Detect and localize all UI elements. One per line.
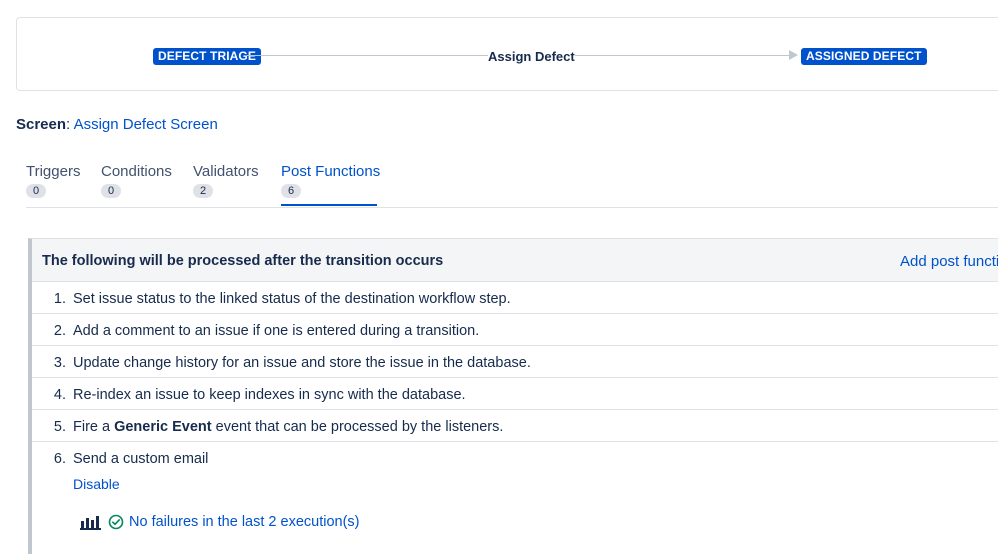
item-number: 5. [53,419,66,435]
add-post-function-link[interactable]: Add post function [900,253,998,270]
tab-label: Conditions [101,163,172,180]
post-function-item: 6. Send a custom email Disable No failur… [32,442,998,552]
tab-count-badge: 2 [193,184,213,198]
tab-post-functions[interactable]: Post Functions 6 [281,163,381,206]
event-name: Generic Event [114,419,212,435]
panel-header: The following will be processed after th… [32,239,998,282]
item-text: Fire a Generic Event event that can be p… [73,419,503,435]
item-number: 6. [53,451,66,467]
item-number: 2. [53,323,66,339]
tab-triggers[interactable]: Triggers 0 [26,163,80,199]
tab-count-badge: 6 [281,184,301,198]
post-function-item: 5. Fire a Generic Event event that can b… [32,410,998,442]
post-function-item: 1. Set issue status to the linked status… [32,282,998,314]
disable-link[interactable]: Disable [73,476,120,492]
tab-label: Post Functions [281,163,381,180]
screen-info: Screen: Assign Defect Screen [16,116,218,133]
item-text: Add a comment to an issue if one is ente… [73,323,480,339]
item-number: 1. [53,291,66,307]
screen-separator: : [66,116,71,133]
tab-validators[interactable]: Validators 2 [193,163,259,199]
tab-conditions[interactable]: Conditions 0 [101,163,172,199]
source-status-lozenge: DEFECT TRIAGE [153,48,261,65]
screen-label: Screen [16,116,67,133]
post-function-item: 4. Re-index an issue to keep indexes in … [32,378,998,410]
transition-name: Assign Defect [488,49,575,64]
item-text: Re-index an issue to keep indexes in syn… [73,387,466,403]
item-text-before: Fire a [73,419,115,435]
workflow-diagram: DEFECT TRIAGE Assign Defect ASSIGNED DEF… [16,17,998,91]
bar-chart-icon [80,516,101,530]
item-text: Send a custom email [73,451,209,467]
item-text: Set issue status to the linked status of… [73,291,511,307]
post-function-item: 2. Add a comment to an issue if one is e… [32,314,998,346]
tab-count-badge: 0 [101,184,121,198]
tab-count-badge: 0 [26,184,46,198]
item-text: Update change history for an issue and s… [73,355,531,371]
item-text-after: event that can be processed by the liste… [211,419,504,435]
screen-link[interactable]: Assign Defect Screen [74,116,218,133]
item-number: 4. [53,387,66,403]
execution-status-text: No failures in the last 2 execution(s) [129,514,360,530]
item-number: 3. [53,355,66,371]
target-status-lozenge: ASSIGNED DEFECT [801,48,927,65]
transition-tabs: Triggers 0 Conditions 0 Validators 2 Pos… [26,163,998,208]
tab-label: Triggers [26,163,81,180]
check-circle-icon [108,514,124,530]
arrow-right-icon [789,50,798,60]
post-functions-panel: The following will be processed after th… [28,238,998,554]
post-function-item: 3. Update change history for an issue an… [32,346,998,378]
tab-label: Validators [193,163,259,180]
panel-title: The following will be processed after th… [42,253,444,269]
